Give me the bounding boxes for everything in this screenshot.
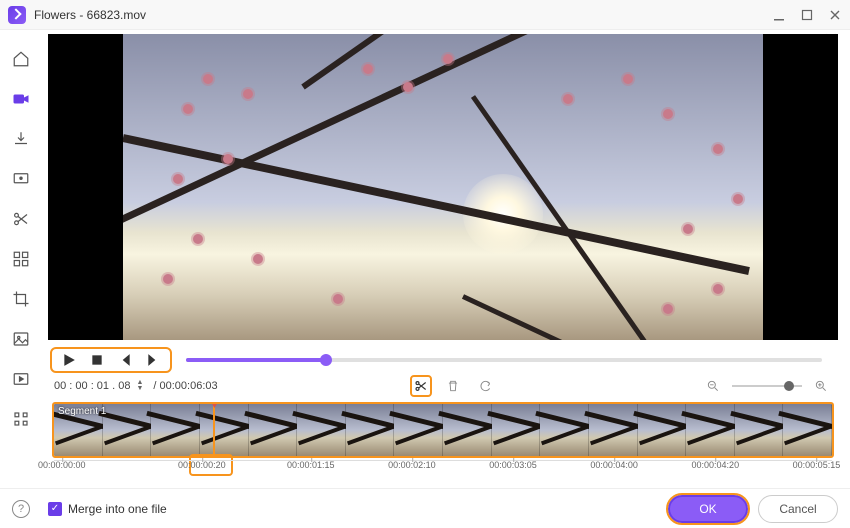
redo-button[interactable] (474, 375, 496, 397)
help-button[interactable]: ? (12, 500, 30, 518)
segment-label: Segment 1 (58, 406, 106, 417)
screen-icon[interactable] (12, 170, 30, 188)
time-ruler: 00:00:00:00 00:00:00:20 00:00:01:15 00:0… (54, 460, 832, 478)
time-spinner[interactable]: ▲▼ (136, 380, 143, 392)
maximize-button[interactable] (800, 8, 814, 22)
play-folder-icon[interactable] (12, 370, 30, 388)
merge-checkbox[interactable]: ✓ Merge into one file (48, 502, 167, 516)
image-icon[interactable] (12, 330, 30, 348)
window-title: Flowers - 66823.mov (34, 8, 772, 22)
seek-slider[interactable] (186, 358, 822, 362)
video-icon[interactable] (12, 90, 30, 108)
ok-button[interactable]: OK (668, 495, 748, 523)
minimize-button[interactable] (772, 8, 786, 22)
video-preview (48, 34, 838, 340)
cancel-button[interactable]: Cancel (758, 495, 838, 523)
playback-controls (50, 347, 172, 373)
zoom-slider[interactable] (732, 385, 802, 387)
zoom-out-button[interactable] (702, 375, 724, 397)
sidebar (0, 30, 42, 488)
close-button[interactable] (828, 8, 842, 22)
title-bar: Flowers - 66823.mov (0, 0, 850, 30)
prev-frame-button[interactable] (116, 351, 134, 369)
check-icon: ✓ (48, 502, 62, 516)
grid-icon[interactable] (12, 250, 30, 268)
scissors-icon[interactable] (12, 210, 30, 228)
home-icon[interactable] (12, 50, 30, 68)
crop-icon[interactable] (12, 290, 30, 308)
total-duration: / 00:00:06:03 (153, 380, 217, 392)
timeline[interactable]: Segment 1 (52, 402, 834, 458)
next-frame-button[interactable] (144, 351, 162, 369)
current-time: 00 : 00 : 01 . 08 (54, 380, 130, 392)
delete-button[interactable] (442, 375, 464, 397)
apps-icon[interactable] (12, 410, 30, 428)
app-logo (8, 6, 26, 24)
stop-button[interactable] (88, 351, 106, 369)
play-button[interactable] (60, 351, 78, 369)
merge-label: Merge into one file (68, 502, 167, 516)
download-icon[interactable] (12, 130, 30, 148)
playhead[interactable] (213, 402, 215, 458)
zoom-in-button[interactable] (810, 375, 832, 397)
footer: ? ✓ Merge into one file OK Cancel (0, 488, 850, 528)
cut-button[interactable] (410, 375, 432, 397)
